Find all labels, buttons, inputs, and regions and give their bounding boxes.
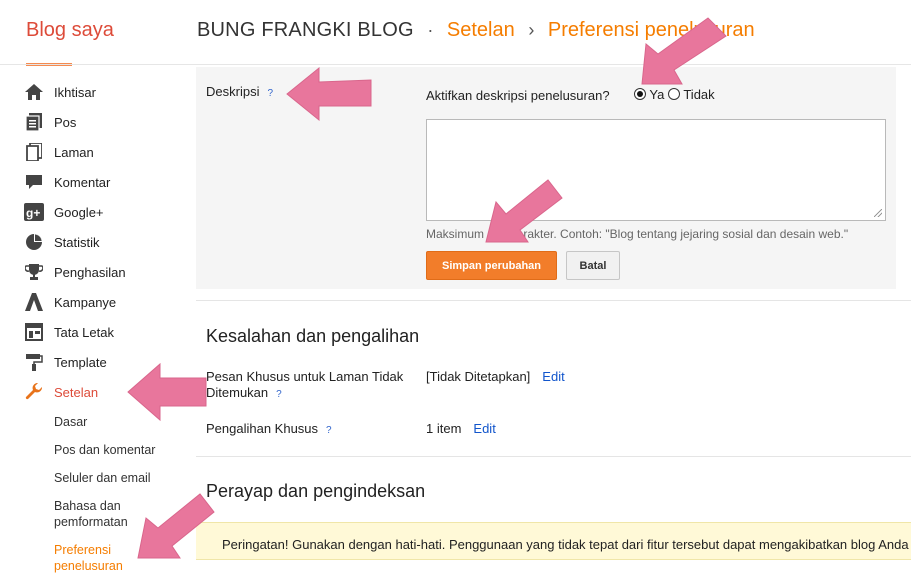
sidebar-subitem-search-preferences[interactable]: Preferensi penelusuran	[54, 542, 144, 574]
sidebar-item-overview[interactable]: Ikhtisar	[24, 81, 96, 103]
comment-icon	[24, 172, 44, 192]
description-label: Deskripsi?	[206, 84, 273, 99]
pages-icon	[24, 142, 44, 162]
errors-section-title: Kesalahan dan pengalihan	[206, 326, 420, 346]
sidebar-item-label: Pos	[54, 114, 77, 130]
section-divider	[196, 456, 911, 457]
breadcrumb-separator: ›	[528, 20, 535, 40]
custom-404-value-text: [Tidak Ditetapkan]	[426, 369, 531, 384]
custom-404-label: Pesan Khusus untuk Laman Tidak Ditemukan…	[206, 369, 416, 403]
sidebar-item-settings[interactable]: Setelan	[24, 381, 98, 403]
custom-404-edit-link[interactable]: Edit	[542, 369, 564, 384]
sidebar-item-posts[interactable]: Pos	[24, 111, 76, 133]
sidebar-item-label: Komentar	[54, 174, 111, 190]
home-icon	[24, 82, 44, 102]
custom-redirects-edit-link[interactable]: Edit	[473, 421, 495, 436]
custom-redirects-label-text: Pengalihan Khusus	[206, 421, 319, 436]
enable-description-question: Aktifkan deskripsi penelusuran?	[426, 88, 610, 103]
adwords-icon	[24, 292, 44, 312]
sidebar-subitem-mobile-email[interactable]: Seluler dan email	[54, 470, 151, 486]
custom-404-label-text: Pesan Khusus untuk Laman Tidak Ditemukan	[206, 369, 404, 400]
radio-yes[interactable]	[634, 88, 646, 100]
svg-text:g+: g+	[26, 206, 40, 220]
sidebar-subitem-basic[interactable]: Dasar	[54, 414, 87, 430]
pie-chart-icon	[24, 232, 44, 252]
help-icon[interactable]: ?	[326, 425, 332, 436]
description-label-text: Deskripsi	[206, 84, 260, 99]
layout-icon	[24, 322, 44, 342]
resize-grip[interactable]	[874, 209, 882, 217]
sidebar-item-label: Laman	[54, 144, 94, 160]
annotation-arrow-icon	[485, 179, 563, 243]
posts-icon	[24, 112, 44, 132]
sidebar-item-label: Template	[54, 354, 107, 370]
annotation-arrow-icon	[641, 17, 727, 85]
radio-yes-label[interactable]: Ya	[649, 87, 664, 102]
sidebar-item-label: Statistik	[54, 234, 100, 250]
sidebar-item-label: Tata Letak	[54, 324, 114, 340]
sidebar-item-label: Penghasilan	[54, 264, 126, 280]
annotation-arrow-icon	[286, 66, 372, 122]
sidebar-item-label: Ikhtisar	[54, 84, 96, 100]
breadcrumb-settings[interactable]: Setelan	[447, 19, 515, 41]
sidebar-item-earnings[interactable]: Penghasilan	[24, 261, 126, 283]
app-header: Blog saya BUNG FRANGKI BLOG · Setelan › …	[0, 0, 911, 64]
sidebar-item-campaigns[interactable]: Kampanye	[24, 291, 116, 313]
help-icon[interactable]: ?	[276, 389, 282, 400]
radio-no[interactable]	[667, 88, 680, 100]
sidebar-subitem-posts-comments[interactable]: Pos dan komentar	[54, 442, 155, 458]
radio-no-label[interactable]: Tidak	[683, 87, 714, 102]
cancel-button[interactable]: Batal	[566, 251, 620, 280]
breadcrumb-separator: ·	[427, 20, 434, 40]
wrench-icon	[24, 382, 44, 402]
section-divider	[196, 300, 911, 301]
custom-redirects-value-text: 1 item	[426, 421, 462, 436]
help-icon[interactable]: ?	[267, 88, 273, 99]
sidebar-item-comments[interactable]: Komentar	[24, 171, 110, 193]
brand-link[interactable]: Blog saya	[26, 19, 114, 42]
annotation-arrow-icon	[127, 362, 207, 422]
warning-banner: Peringatan! Gunakan dengan hati-hati. Pe…	[196, 522, 911, 560]
google-plus-icon: g+	[24, 202, 44, 222]
sidebar-item-label: Setelan	[54, 384, 99, 400]
sidebar-item-label: Kampanye	[54, 294, 117, 310]
breadcrumb-blog-name[interactable]: BUNG FRANGKI BLOG	[197, 19, 414, 41]
sidebar-item-label: Google+	[54, 204, 104, 220]
custom-redirects-value: 1 item Edit	[426, 421, 496, 436]
sidebar-item-layout[interactable]: Tata Letak	[24, 321, 114, 343]
sidebar-item-google-plus[interactable]: g+ Google+	[24, 201, 104, 223]
trophy-icon	[24, 262, 44, 282]
custom-redirects-label: Pengalihan Khusus?	[206, 421, 332, 439]
sidebar-item-pages[interactable]: Laman	[24, 141, 94, 163]
sidebar-item-stats[interactable]: Statistik	[24, 231, 100, 253]
header-divider	[0, 64, 911, 65]
paint-roller-icon	[24, 352, 44, 372]
custom-404-value: [Tidak Ditetapkan] Edit	[426, 369, 565, 384]
crawl-section-title: Perayap dan pengindeksan	[206, 481, 426, 501]
sidebar-item-template[interactable]: Template	[24, 351, 107, 373]
annotation-arrow-icon	[137, 493, 215, 559]
enable-description-options: Ya Tidak	[634, 87, 715, 102]
save-button[interactable]: Simpan perubahan	[426, 251, 557, 280]
